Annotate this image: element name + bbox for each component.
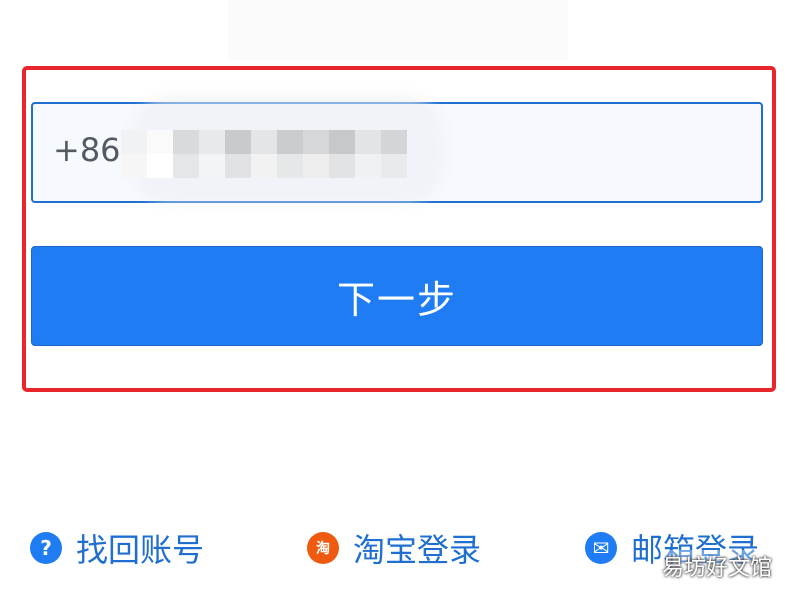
phone-number-field[interactable]: +86 (31, 94, 763, 204)
phone-number-input[interactable] (133, 122, 437, 184)
find-account-label: 找回账号 (76, 531, 205, 569)
country-code-label[interactable]: +86 (53, 134, 121, 166)
top-background-strip (228, 0, 568, 60)
find-account-link[interactable]: ? 找回账号 (30, 520, 204, 576)
mail-icon: ✉ (585, 532, 617, 564)
next-step-button[interactable]: 下一步 (31, 246, 763, 346)
watermark: 易坊好文馆 (659, 550, 774, 582)
taobao-login-label: 淘宝登录 (353, 531, 482, 569)
question-circle-icon: ? (30, 532, 62, 564)
taobao-login-link[interactable]: 淘 淘宝登录 (307, 520, 481, 576)
taobao-icon: 淘 (307, 532, 339, 564)
